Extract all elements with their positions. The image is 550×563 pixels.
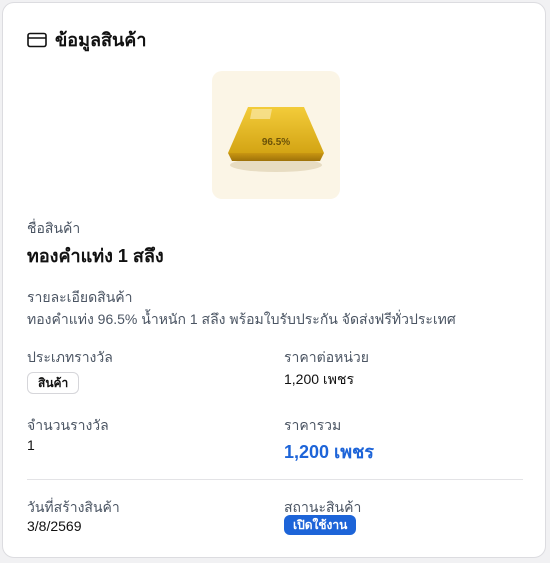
status-badge: เปิดใช้งาน [284, 515, 357, 535]
quantity-label: จำนวนรางวัล [27, 417, 109, 433]
card-icon [27, 32, 47, 48]
reward-type-label: ประเภทรางวัล [27, 349, 113, 365]
reward-type-badge: สินค้า [27, 372, 80, 394]
description-value: ทองคำแท่ง 96.5% น้ำหนัก 1 สลึง พร้อมใบรั… [27, 311, 456, 327]
total-price-value: 1,200 เพชร [284, 442, 374, 462]
gold-bar-icon: 96.5% [228, 107, 324, 172]
description-label: รายละเอียดสินค้า [27, 289, 133, 305]
gold-bar-label: 96.5% [262, 137, 290, 148]
card-title: ข้อมูลสินค้า [55, 30, 147, 50]
created-date-label: วันที่สร้างสินค้า [27, 499, 120, 515]
created-date-value: 3/8/2569 [27, 518, 82, 534]
product-info-card: ข้อมูลสินค้า 96.5% ชื่อสินค้า ทองคำแท่ง … [2, 2, 546, 558]
product-name: ทองคำแท่ง 1 สลึง [27, 246, 164, 266]
product-image: 96.5% [212, 71, 340, 199]
unit-price-label: ราคาต่อหน่วย [284, 349, 369, 365]
product-name-label: ชื่อสินค้า [27, 220, 81, 236]
card-header: ข้อมูลสินค้า [27, 25, 146, 54]
divider [27, 479, 523, 480]
unit-price-value: 1,200 เพชร [284, 371, 354, 387]
total-price-label: ราคารวม [284, 417, 342, 433]
quantity-value: 1 [27, 437, 35, 453]
